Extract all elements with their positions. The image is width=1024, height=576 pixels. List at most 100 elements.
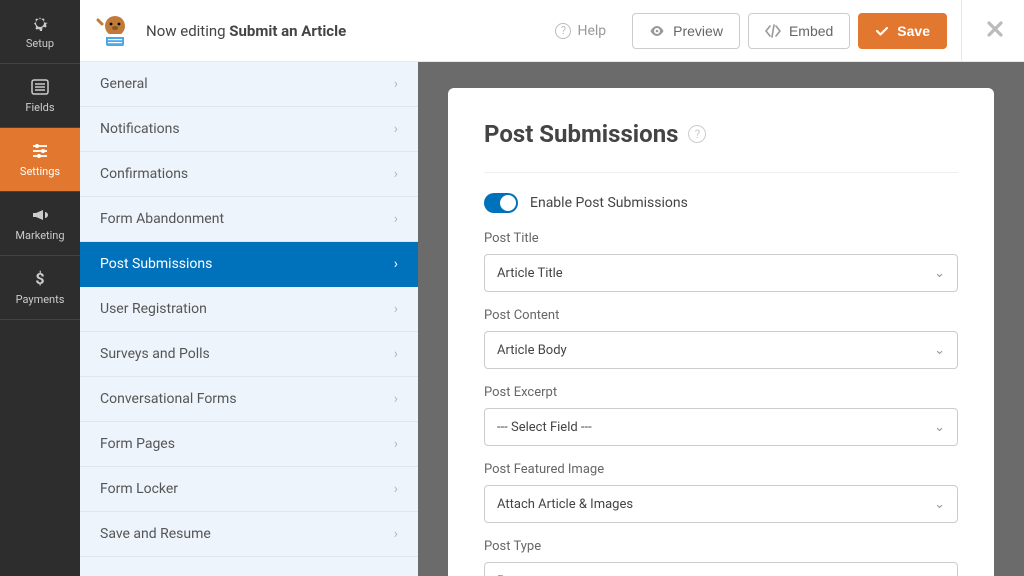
nav-fields[interactable]: Fields bbox=[0, 64, 80, 128]
help-label: Help bbox=[577, 23, 606, 39]
nav-setup-label: Setup bbox=[26, 37, 54, 50]
preview-label: Preview bbox=[673, 23, 723, 39]
chevron-right-icon: › bbox=[394, 391, 398, 407]
chevron-right-icon: › bbox=[394, 481, 398, 497]
select-value: Article Title bbox=[497, 266, 563, 281]
chevron-down-icon: ⌄ bbox=[934, 497, 945, 512]
help-link[interactable]: ? Help bbox=[555, 23, 606, 39]
post-featured-image-select[interactable]: Attach Article & Images⌄ bbox=[484, 485, 958, 523]
label-text: Post Content bbox=[484, 308, 559, 323]
chevron-right-icon: › bbox=[394, 346, 398, 362]
settings-sidebar: General › Notifications › Confirmations › F… bbox=[80, 62, 418, 576]
sidebar-item-post-submissions[interactable]: Post Submissions › bbox=[80, 242, 418, 287]
nav-settings-label: Settings bbox=[20, 165, 60, 178]
sidebar-item-label: Form Pages bbox=[100, 436, 175, 452]
sidebar-item-user-registration[interactable]: User Registration › bbox=[80, 287, 418, 332]
sidebar-item-save-resume[interactable]: Save and Resume › bbox=[80, 512, 418, 557]
gear-icon bbox=[30, 13, 50, 33]
chevron-right-icon: › bbox=[394, 121, 398, 137]
panel-heading: Post Submissions ? bbox=[484, 120, 706, 148]
label-text: Post Excerpt bbox=[484, 385, 557, 400]
sidebar-item-conversational-forms[interactable]: Conversational Forms › bbox=[80, 377, 418, 422]
now-editing-prefix: Now editing bbox=[146, 22, 229, 40]
page-title: Now editing Submit an Article bbox=[146, 22, 346, 40]
help-icon[interactable]: ? bbox=[688, 125, 706, 143]
label-text: Post Featured Image bbox=[484, 462, 604, 477]
save-label: Save bbox=[897, 23, 930, 39]
select-value: Article Body bbox=[497, 343, 567, 358]
sidebar-item-label: Conversational Forms bbox=[100, 391, 237, 407]
post-title-select[interactable]: Article Title⌄ bbox=[484, 254, 958, 292]
form-name: Submit an Article bbox=[229, 22, 346, 40]
embed-button[interactable]: Embed bbox=[748, 13, 850, 49]
chevron-right-icon: › bbox=[394, 436, 398, 452]
sidebar-item-label: Notifications bbox=[100, 121, 180, 137]
panel-title: Post Submissions bbox=[484, 120, 678, 148]
enable-toggle-row: Enable Post Submissions bbox=[484, 193, 958, 213]
sidebar-item-label: Form Locker bbox=[100, 481, 178, 497]
label-text: Post Type bbox=[484, 539, 541, 554]
sidebar-item-label: Post Submissions bbox=[100, 256, 212, 272]
sidebar-item-label: User Registration bbox=[100, 301, 207, 317]
nav-settings[interactable]: Settings bbox=[0, 128, 80, 192]
check-icon bbox=[875, 24, 889, 38]
app-logo bbox=[94, 10, 136, 52]
sidebar-item-notifications[interactable]: Notifications › bbox=[80, 107, 418, 152]
mascot-icon bbox=[96, 12, 134, 50]
select-value: --- Select Field --- bbox=[497, 420, 592, 435]
svg-text:$: $ bbox=[35, 269, 44, 288]
nav-fields-label: Fields bbox=[25, 101, 54, 114]
sidebar-item-general[interactable]: General › bbox=[80, 62, 418, 107]
sidebar-item-form-pages[interactable]: Form Pages › bbox=[80, 422, 418, 467]
toggle-knob bbox=[500, 195, 516, 211]
separator bbox=[961, 0, 962, 62]
nav-setup[interactable]: Setup bbox=[0, 0, 80, 64]
chevron-right-icon: › bbox=[394, 166, 398, 182]
code-icon bbox=[765, 23, 781, 39]
field-label-post-excerpt: Post Excerpt bbox=[484, 385, 958, 400]
chevron-right-icon: › bbox=[394, 526, 398, 542]
stage: Post Submissions ? Enable Post Submissio… bbox=[418, 62, 1024, 576]
eye-icon bbox=[649, 23, 665, 39]
sidebar-item-label: General bbox=[100, 76, 148, 92]
field-label-post-title: Post Title bbox=[484, 231, 958, 246]
close-icon bbox=[986, 20, 1004, 38]
preview-button[interactable]: Preview bbox=[632, 13, 740, 49]
sliders-icon bbox=[30, 141, 50, 161]
help-icon: ? bbox=[555, 23, 571, 39]
chevron-right-icon: › bbox=[394, 256, 398, 272]
bullhorn-icon bbox=[30, 205, 50, 225]
sidebar-item-form-abandonment[interactable]: Form Abandonment › bbox=[80, 197, 418, 242]
nav-marketing[interactable]: Marketing bbox=[0, 192, 80, 256]
post-excerpt-select[interactable]: --- Select Field --- ⌄ bbox=[484, 408, 958, 446]
label-text: Post Title bbox=[484, 231, 539, 246]
chevron-right-icon: › bbox=[394, 76, 398, 92]
nav-marketing-label: Marketing bbox=[15, 229, 64, 242]
post-content-select[interactable]: Article Body ⌄ bbox=[484, 331, 958, 369]
divider bbox=[484, 172, 958, 173]
chevron-right-icon: › bbox=[394, 301, 398, 317]
nav-payments-label: Payments bbox=[16, 293, 65, 306]
enable-post-submissions-toggle[interactable] bbox=[484, 193, 518, 213]
nav-payments[interactable]: $ Payments bbox=[0, 256, 80, 320]
sidebar-item-confirmations[interactable]: Confirmations › bbox=[80, 152, 418, 197]
sidebar-item-label: Surveys and Polls bbox=[100, 346, 210, 362]
save-button[interactable]: Save bbox=[858, 13, 947, 49]
settings-panel: Post Submissions ? Enable Post Submissio… bbox=[448, 88, 994, 576]
post-type-select[interactable]: Posts⌄ bbox=[484, 562, 958, 576]
enable-toggle-label: Enable Post Submissions bbox=[530, 195, 688, 211]
field-label-post-type: Post Type bbox=[484, 539, 958, 554]
chevron-right-icon: › bbox=[394, 211, 398, 227]
close-button[interactable] bbox=[980, 14, 1010, 48]
sidebar-item-label: Confirmations bbox=[100, 166, 188, 182]
chevron-down-icon: ⌄ bbox=[934, 343, 945, 358]
list-icon bbox=[30, 77, 50, 97]
top-bar: Now editing Submit an Article ? Help Pre… bbox=[80, 0, 1024, 62]
embed-label: Embed bbox=[789, 23, 833, 39]
dollar-icon: $ bbox=[30, 269, 50, 289]
sidebar-item-label: Save and Resume bbox=[100, 526, 211, 542]
sidebar-item-form-locker[interactable]: Form Locker › bbox=[80, 467, 418, 512]
chevron-down-icon: ⌄ bbox=[934, 420, 945, 435]
sidebar-item-label: Form Abandonment bbox=[100, 211, 224, 227]
sidebar-item-surveys-polls[interactable]: Surveys and Polls › bbox=[80, 332, 418, 377]
